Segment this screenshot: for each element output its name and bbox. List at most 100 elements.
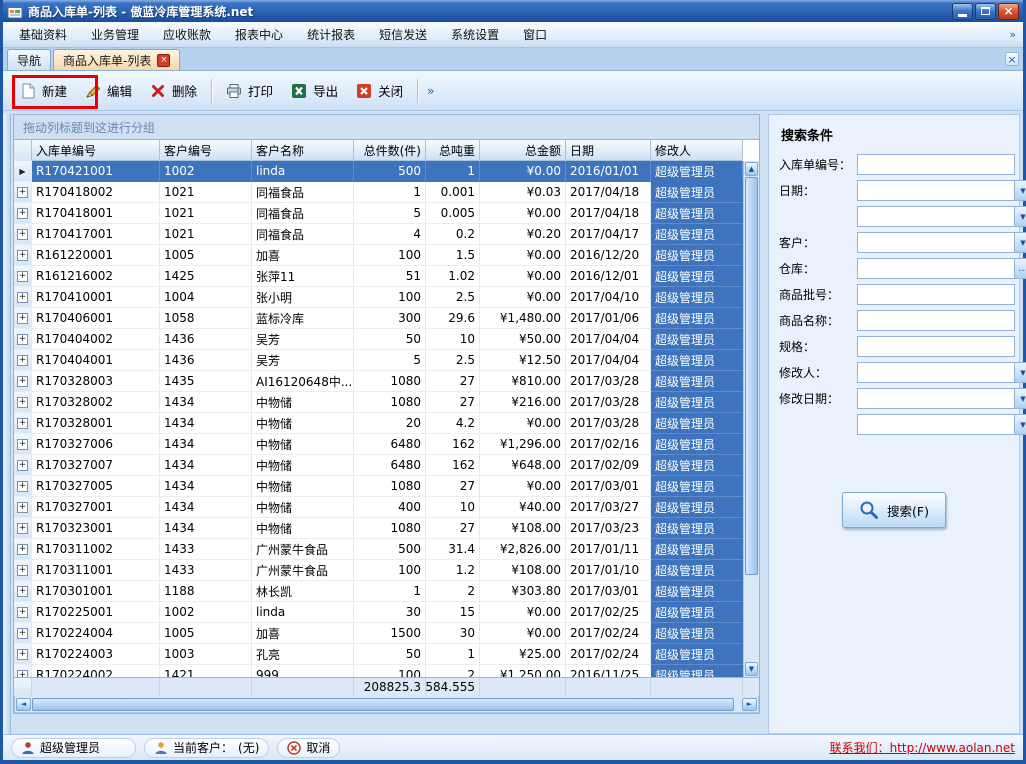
- column-header-3[interactable]: 总件数(件): [354, 140, 426, 161]
- toolbar-overflow-chevron-icon[interactable]: »: [423, 84, 438, 98]
- expand-row-icon[interactable]: +: [17, 418, 28, 429]
- menu-item-5[interactable]: 短信发送: [367, 21, 439, 48]
- contact-link[interactable]: 联系我们：http://www.aolan.net: [830, 739, 1015, 756]
- table-row[interactable]: +R1704180021021同福食品10.001¥0.032017/04/18…: [14, 182, 743, 203]
- expand-row-icon[interactable]: +: [17, 208, 28, 219]
- tab-close-icon[interactable]: ×: [157, 54, 170, 67]
- expand-row-icon[interactable]: +: [17, 187, 28, 198]
- table-row[interactable]: +R1703270011434中物储40010¥40.002017/03/27超…: [14, 497, 743, 518]
- expand-row-icon[interactable]: +: [17, 397, 28, 408]
- expand-row-icon[interactable]: +: [17, 229, 28, 240]
- expand-row-icon[interactable]: +: [17, 670, 28, 678]
- column-header-5[interactable]: 总金额: [480, 140, 566, 161]
- table-row[interactable]: +R1703110011433广州蒙牛食品1001.2¥108.002017/0…: [14, 560, 743, 581]
- table-row[interactable]: +R1702250011002linda3015¥0.002017/02/25超…: [14, 602, 743, 623]
- toolbar-button-new[interactable]: 新建: [11, 75, 76, 106]
- expand-row-icon[interactable]: +: [17, 628, 28, 639]
- search-input-9[interactable]: [858, 389, 1014, 408]
- search-input-3[interactable]: [858, 233, 1014, 252]
- toolbar-button-export[interactable]: 导出: [282, 75, 347, 106]
- table-row[interactable]: +R1703010011188林长凯12¥303.802017/03/01超级管…: [14, 581, 743, 602]
- search-input-2[interactable]: [858, 207, 1014, 226]
- scroll-right-arrow-icon[interactable]: ►: [742, 698, 757, 711]
- search-input-7[interactable]: [858, 337, 1014, 356]
- scroll-down-arrow-icon[interactable]: ▼: [745, 662, 758, 676]
- toolbar-button-edit[interactable]: 编辑: [76, 75, 141, 106]
- menu-overflow-chevron-icon[interactable]: »: [1009, 28, 1019, 41]
- expand-row-icon[interactable]: +: [17, 355, 28, 366]
- tab-0[interactable]: 导航: [7, 49, 51, 70]
- table-row[interactable]: ▶R1704210011002linda5001¥0.002016/01/01超…: [14, 161, 743, 182]
- expand-row-icon[interactable]: +: [17, 523, 28, 534]
- search-button[interactable]: 搜索(F): [842, 492, 946, 528]
- combo-dropdown-button[interactable]: ▼: [1014, 415, 1026, 434]
- search-input-6[interactable]: [858, 311, 1014, 330]
- maximize-button[interactable]: [975, 3, 996, 20]
- menu-item-6[interactable]: 系统设置: [439, 21, 511, 48]
- table-row[interactable]: +R1704060011058蓝标冷库30029.6¥1,480.002017/…: [14, 308, 743, 329]
- menu-item-4[interactable]: 统计报表: [295, 21, 367, 48]
- column-header-2[interactable]: 客户名称: [252, 140, 354, 161]
- scroll-up-arrow-icon[interactable]: ▲: [745, 162, 758, 176]
- column-header-4[interactable]: 总吨重: [426, 140, 480, 161]
- toolbar-button-delete[interactable]: 删除: [141, 75, 206, 106]
- combo-dropdown-button[interactable]: ▼: [1014, 207, 1026, 226]
- table-row[interactable]: +R1704040011436吴芳52.5¥12.502017/04/04超级管…: [14, 350, 743, 371]
- table-row[interactable]: +R1703230011434中物储108027¥108.002017/03/2…: [14, 518, 743, 539]
- menu-item-7[interactable]: 窗口: [511, 21, 559, 48]
- vertical-scrollbar[interactable]: ▲ ▼: [743, 161, 759, 677]
- search-input-10[interactable]: [858, 415, 1014, 434]
- expand-row-icon[interactable]: +: [17, 481, 28, 492]
- toolbar-button-close[interactable]: 关闭: [347, 75, 412, 106]
- table-row[interactable]: +R1703280011434中物储204.2¥0.002017/03/28超级…: [14, 413, 743, 434]
- search-input-5[interactable]: [858, 285, 1014, 304]
- expand-row-icon[interactable]: +: [17, 292, 28, 303]
- menu-item-0[interactable]: 基础资料: [7, 21, 79, 48]
- table-row[interactable]: +R1703270051434中物储108027¥0.002017/03/01超…: [14, 476, 743, 497]
- expand-row-icon[interactable]: +: [17, 502, 28, 513]
- browse-button[interactable]: …: [1014, 259, 1026, 278]
- table-row[interactable]: +R1704180011021同福食品50.005¥0.002017/04/18…: [14, 203, 743, 224]
- toolbar-button-print[interactable]: 打印: [217, 75, 282, 106]
- menu-item-3[interactable]: 报表中心: [223, 21, 295, 48]
- expand-row-icon[interactable]: +: [17, 334, 28, 345]
- minimize-button[interactable]: [952, 3, 973, 20]
- close-tab-button[interactable]: ×: [1005, 52, 1019, 66]
- column-header-1[interactable]: 客户编号: [160, 140, 252, 161]
- cancel-button[interactable]: 取消: [277, 738, 340, 758]
- expand-row-icon[interactable]: +: [17, 649, 28, 660]
- combo-dropdown-button[interactable]: ▼: [1014, 389, 1026, 408]
- search-input-0[interactable]: [858, 155, 1014, 174]
- table-row[interactable]: +R1703280031435AI16120648中...108027¥810.…: [14, 371, 743, 392]
- menu-item-2[interactable]: 应收账款: [151, 21, 223, 48]
- table-row[interactable]: +R1703110021433广州蒙牛食品50031.4¥2,826.00201…: [14, 539, 743, 560]
- left-splitter[interactable]: [3, 114, 11, 734]
- expand-row-icon[interactable]: +: [17, 586, 28, 597]
- combo-dropdown-button[interactable]: ▼: [1014, 363, 1026, 382]
- group-by-hint[interactable]: 拖动列标题到这进行分组: [13, 114, 760, 139]
- menu-item-1[interactable]: 业务管理: [79, 21, 151, 48]
- table-row[interactable]: +R1703270061434中物储6480162¥1,296.002017/0…: [14, 434, 743, 455]
- table-row[interactable]: +R1704040021436吴芳5010¥50.002017/04/04超级管…: [14, 329, 743, 350]
- search-input-1[interactable]: [858, 181, 1014, 200]
- combo-dropdown-button[interactable]: ▼: [1014, 233, 1026, 252]
- table-row[interactable]: +R1612200011005加喜1001.5¥0.002016/12/20超级…: [14, 245, 743, 266]
- column-header-6[interactable]: 日期: [566, 140, 651, 161]
- horizontal-scrollbar[interactable]: ◄ ►: [14, 696, 759, 713]
- tab-1[interactable]: 商品入库单-列表×: [53, 49, 180, 70]
- table-row[interactable]: +R1703280021434中物储108027¥216.002017/03/2…: [14, 392, 743, 413]
- vertical-scrollbar-thumb[interactable]: [745, 177, 758, 575]
- close-button[interactable]: ×: [998, 3, 1019, 20]
- expand-row-icon[interactable]: +: [17, 544, 28, 555]
- table-row[interactable]: +R1702240031003孔亮501¥25.002017/02/24超级管理…: [14, 644, 743, 665]
- column-header-7[interactable]: 修改人: [651, 140, 743, 161]
- combo-dropdown-button[interactable]: ▼: [1014, 181, 1026, 200]
- search-input-8[interactable]: [858, 363, 1014, 382]
- expand-row-icon[interactable]: +: [17, 313, 28, 324]
- table-row[interactable]: +R1703270071434中物储6480162¥648.002017/02/…: [14, 455, 743, 476]
- expand-row-icon[interactable]: +: [17, 565, 28, 576]
- table-row[interactable]: +R1702240041005加喜150030¥0.002017/02/24超级…: [14, 623, 743, 644]
- table-row[interactable]: +R1704170011021同福食品40.2¥0.202017/04/17超级…: [14, 224, 743, 245]
- expand-row-icon[interactable]: +: [17, 439, 28, 450]
- table-row[interactable]: +R1704100011004张小明1002.5¥0.002017/04/10超…: [14, 287, 743, 308]
